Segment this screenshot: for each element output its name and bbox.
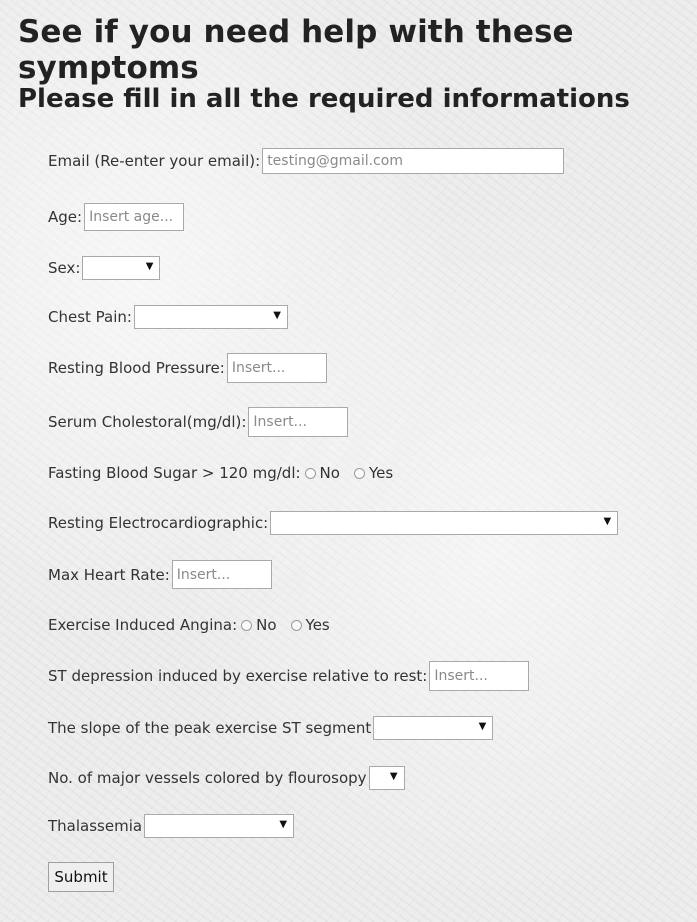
thalassemia-row: Thalassemia ▼ — [48, 814, 295, 838]
resting-bp-row: Resting Blood Pressure: — [48, 353, 327, 383]
radio-icon[interactable] — [353, 467, 365, 479]
chest-pain-row: Chest Pain: ▼ — [48, 305, 288, 329]
page-title: See if you need help with these symptoms — [18, 14, 574, 86]
fbs-yes-label: Yes — [368, 464, 394, 482]
chevron-down-icon: ▼ — [603, 516, 612, 527]
angina-no-label: No — [256, 616, 277, 634]
angina-no-option[interactable]: No — [239, 616, 277, 634]
radio-icon[interactable] — [241, 619, 253, 631]
vessels-select[interactable]: ▼ — [368, 766, 405, 790]
st-depression-input[interactable] — [429, 661, 530, 691]
age-row: Age: — [48, 203, 185, 231]
email-row: Email (Re-enter your email): — [48, 148, 565, 174]
chevron-down-icon: ▼ — [389, 771, 398, 782]
slope-label: The slope of the peak exercise ST segmen… — [48, 719, 372, 737]
vessels-label: No. of major vessels colored by flouroso… — [48, 769, 367, 787]
sex-select[interactable]: ▼ — [82, 256, 161, 280]
fbs-no-label: No — [319, 464, 340, 482]
slope-select[interactable]: ▼ — [373, 716, 494, 740]
sex-row: Sex: ▼ — [48, 256, 161, 280]
form-subtitle: Please fill in all the required informat… — [18, 84, 630, 114]
max-hr-row: Max Heart Rate: — [48, 560, 272, 589]
resting-bp-input[interactable] — [226, 353, 327, 383]
fbs-label: Fasting Blood Sugar > 120 mg/dl: — [48, 464, 301, 482]
fbs-no-option[interactable]: No — [303, 464, 340, 482]
st-depression-row: ST depression induced by exercise relati… — [48, 661, 530, 691]
fbs-yes-option[interactable]: Yes — [352, 464, 393, 482]
chest-pain-select[interactable]: ▼ — [133, 305, 288, 329]
cholesterol-label: Serum Cholestoral(mg/dl): — [48, 413, 247, 431]
email-label: Email (Re-enter your email): — [48, 152, 261, 170]
angina-label: Exercise Induced Angina: — [48, 616, 238, 634]
chest-pain-label: Chest Pain: — [48, 308, 132, 326]
fbs-row: Fasting Blood Sugar > 120 mg/dl: No Yes — [48, 464, 405, 482]
slope-row: The slope of the peak exercise ST segmen… — [48, 716, 494, 740]
max-hr-label: Max Heart Rate: — [48, 565, 170, 584]
email-field[interactable] — [262, 148, 565, 174]
thalassemia-select[interactable]: ▼ — [144, 814, 295, 838]
ecg-label: Resting Electrocardiographic: — [48, 514, 269, 532]
chevron-down-icon: ▼ — [273, 310, 281, 321]
ecg-row: Resting Electrocardiographic: ▼ — [48, 511, 619, 535]
age-label: Age: — [48, 208, 83, 226]
chevron-down-icon: ▼ — [478, 721, 487, 732]
submit-button[interactable]: Submit — [48, 862, 114, 892]
chevron-down-icon: ▼ — [145, 261, 154, 272]
thalassemia-label: Thalassemia — [48, 817, 143, 835]
age-input[interactable] — [84, 203, 185, 231]
resting-bp-label: Resting Blood Pressure: — [48, 359, 225, 377]
max-hr-input[interactable] — [171, 560, 272, 589]
st-depression-label: ST depression induced by exercise relati… — [48, 667, 428, 685]
sex-label: Sex: — [48, 259, 81, 277]
chevron-down-icon: ▼ — [279, 819, 288, 830]
ecg-select[interactable]: ▼ — [270, 511, 619, 535]
radio-icon[interactable] — [304, 467, 316, 479]
radio-icon[interactable] — [290, 619, 302, 631]
vessels-row: No. of major vessels colored by flouroso… — [48, 766, 405, 790]
angina-yes-label: Yes — [305, 616, 330, 634]
angina-row: Exercise Induced Angina: No Yes — [48, 616, 342, 634]
cholesterol-row: Serum Cholestoral(mg/dl): — [48, 407, 349, 437]
angina-yes-option[interactable]: Yes — [289, 616, 330, 634]
cholesterol-input[interactable] — [248, 407, 349, 437]
